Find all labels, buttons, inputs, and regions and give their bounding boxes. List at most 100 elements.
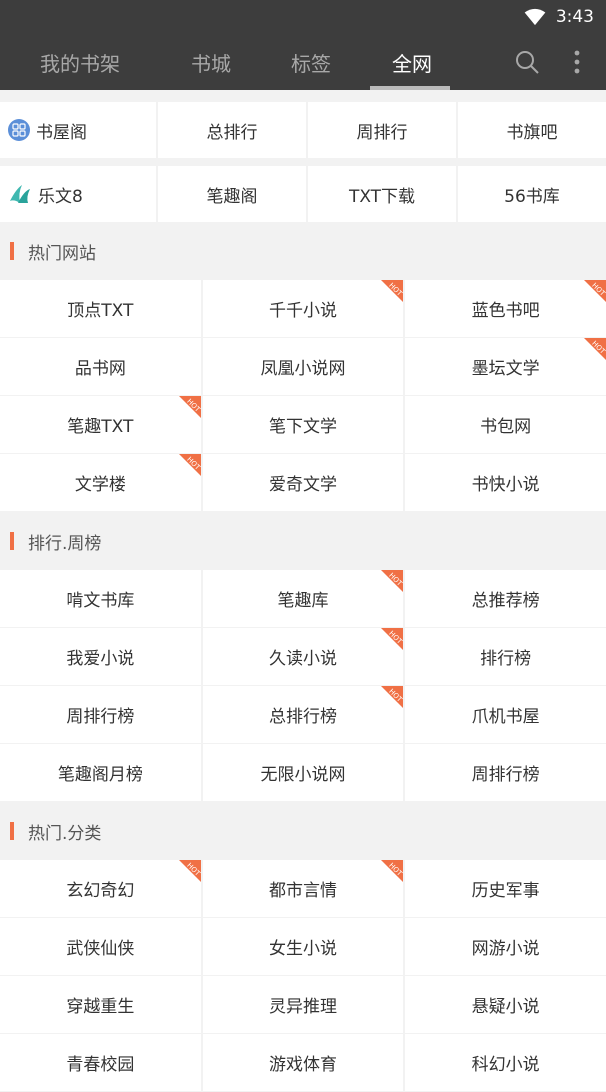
- grid-item-label: 久读小说: [269, 649, 337, 669]
- grid-item-label: 爱奇文学: [269, 475, 337, 495]
- quick-link-txt-download[interactable]: TXT下载: [308, 166, 456, 222]
- grid-item[interactable]: 排行榜: [405, 628, 606, 685]
- grid-item-label: 周排行榜: [66, 707, 135, 727]
- hot-badge-icon: HOT: [375, 280, 404, 308]
- grid-row: 我爱小说 久读小说 HOT 排行榜: [0, 628, 606, 685]
- grid-item[interactable]: 书快小说: [405, 454, 606, 511]
- tab-label: 书城: [191, 51, 231, 76]
- grid-row: 穿越重生 灵异推理 悬疑小说: [0, 976, 606, 1033]
- grid-item-label: 品书网: [74, 359, 126, 379]
- status-time: 3:43: [555, 7, 594, 27]
- grid-item-label: 穿越重生: [66, 997, 135, 1017]
- top-tab-bar: 我的书架 书城 标签 全网: [0, 34, 606, 90]
- grid-item-label: 灵异推理: [269, 997, 337, 1017]
- status-bar: 3:43: [0, 0, 606, 34]
- grid-item[interactable]: 玄幻奇幻 HOT: [0, 860, 201, 917]
- grid-item[interactable]: 总推荐榜: [405, 570, 606, 627]
- grid-item[interactable]: 灵异推理: [202, 976, 404, 1033]
- grid-item[interactable]: 笔趣阁月榜: [0, 744, 201, 801]
- quick-link-label: 56书库: [504, 186, 560, 207]
- section-accent-bar: [10, 532, 14, 550]
- grid-item[interactable]: 顶点TXT: [0, 280, 201, 337]
- grid-item[interactable]: 穿越重生: [0, 976, 201, 1033]
- shuwuge-logo-icon: [8, 119, 30, 141]
- tab-label: 我的书架: [40, 51, 120, 76]
- grid-row: 顶点TXT 千千小说 HOT 蓝色书吧 HOT: [0, 280, 606, 337]
- more-vert-icon[interactable]: [564, 49, 590, 75]
- quick-link-total-rank[interactable]: 总排行: [158, 102, 306, 158]
- grid-row: 笔趣阁月榜 无限小说网 周排行榜: [0, 744, 606, 801]
- grid-item-label: 墨坛文学: [471, 359, 540, 379]
- grid-item-label: 顶点TXT: [67, 301, 134, 321]
- grid-item-label: 书包网: [480, 417, 532, 437]
- quick-link-biquge[interactable]: 笔趣阁: [158, 166, 306, 222]
- section-title: 热门.分类: [0, 802, 606, 860]
- tab-my-bookshelf[interactable]: 我的书架: [0, 34, 160, 90]
- section-accent-bar: [10, 242, 14, 260]
- grid-row: 玄幻奇幻 HOT 都市言情 HOT 历史军事: [0, 860, 606, 917]
- hot-badge-icon: HOT: [173, 860, 201, 888]
- quick-row-1: 书屋阁 总排行 周排行 书旗吧: [0, 102, 606, 158]
- grid-item[interactable]: 久读小说 HOT: [202, 628, 404, 685]
- grid-item[interactable]: 总排行榜 HOT: [202, 686, 404, 743]
- tab-all-web[interactable]: 全网: [360, 34, 464, 90]
- hot-badge-icon: HOT: [578, 280, 606, 308]
- grid-item[interactable]: 笔趣库 HOT: [202, 570, 404, 627]
- grid-item-label: 爪机书屋: [471, 707, 540, 727]
- grid-item[interactable]: 啃文书库: [0, 570, 201, 627]
- grid-item-label: 蓝色书吧: [471, 301, 540, 321]
- hot-badge-icon: HOT: [375, 628, 404, 656]
- quick-link-label: 书旗吧: [506, 122, 558, 143]
- grid-item-label: 游戏体育: [269, 1055, 337, 1075]
- section-title: 热门网站: [0, 222, 606, 280]
- search-icon[interactable]: [514, 49, 540, 75]
- grid-row: 周排行榜 总排行榜 HOT 爪机书屋: [0, 686, 606, 743]
- grid-item[interactable]: 文学楼 HOT: [0, 454, 201, 511]
- grid-item[interactable]: 都市言情 HOT: [202, 860, 404, 917]
- grid-item[interactable]: 武侠仙侠: [0, 918, 201, 975]
- quick-link-lewen8[interactable]: 乐文8: [0, 166, 156, 222]
- quick-link-weekly-rank[interactable]: 周排行: [308, 102, 456, 158]
- grid-item-label: 我爱小说: [66, 649, 135, 669]
- grid-item[interactable]: 无限小说网: [202, 744, 404, 801]
- grid-item-label: 周排行榜: [471, 765, 540, 785]
- grid-item[interactable]: 女生小说: [202, 918, 404, 975]
- grid-item-label: 女生小说: [269, 939, 337, 959]
- grid-item[interactable]: 墨坛文学 HOT: [405, 338, 606, 395]
- grid-item[interactable]: 周排行榜: [405, 744, 606, 801]
- grid-item[interactable]: 笔下文学: [202, 396, 404, 453]
- grid-item[interactable]: 历史军事: [405, 860, 606, 917]
- grid-row: 品书网 凤凰小说网 墨坛文学 HOT: [0, 338, 606, 395]
- hot-badge-icon: HOT: [173, 396, 201, 424]
- quick-link-56shuku[interactable]: 56书库: [458, 166, 606, 222]
- grid-item[interactable]: 爱奇文学: [202, 454, 404, 511]
- grid-item[interactable]: 爪机书屋: [405, 686, 606, 743]
- grid-item[interactable]: 周排行榜: [0, 686, 201, 743]
- grid-item[interactable]: 游戏体育: [202, 1034, 404, 1091]
- tab-tags[interactable]: 标签: [262, 34, 360, 90]
- grid-item-label: 笔趣阁月榜: [57, 765, 143, 785]
- grid-item[interactable]: 科幻小说: [405, 1034, 606, 1091]
- quick-link-label: 乐文8: [38, 186, 83, 207]
- grid-item[interactable]: 品书网: [0, 338, 201, 395]
- grid-item[interactable]: 凤凰小说网: [202, 338, 404, 395]
- grid-item[interactable]: 网游小说: [405, 918, 606, 975]
- grid-row: 笔趣TXT HOT 笔下文学 书包网: [0, 396, 606, 453]
- grid-item[interactable]: 我爱小说: [0, 628, 201, 685]
- grid-row: 青春校园 游戏体育 科幻小说: [0, 1034, 606, 1091]
- quick-link-shuqiba[interactable]: 书旗吧: [458, 102, 606, 158]
- grid-item[interactable]: 青春校园: [0, 1034, 201, 1091]
- grid-item[interactable]: 笔趣TXT HOT: [0, 396, 201, 453]
- quick-link-shuwuge[interactable]: 书屋阁: [0, 102, 156, 158]
- grid-item[interactable]: 蓝色书吧 HOT: [405, 280, 606, 337]
- grid-item[interactable]: 千千小说 HOT: [202, 280, 404, 337]
- grid-item[interactable]: 悬疑小说: [405, 976, 606, 1033]
- grid-item-label: 历史军事: [471, 881, 540, 901]
- grid-item[interactable]: 书包网: [405, 396, 606, 453]
- section-title-text: 热门.分类: [28, 823, 102, 844]
- tab-book-city[interactable]: 书城: [160, 34, 262, 90]
- sections-container: 热门网站 顶点TXT 千千小说 HOT 蓝色书吧 HOT 品书网 凤凰小说网 墨坛文学 HOT 笔趣…: [0, 222, 606, 1092]
- section-title-text: 排行.周榜: [28, 533, 102, 554]
- quick-row-2: 乐文8 笔趣阁 TXT下载 56书库: [0, 166, 606, 222]
- grid-item-label: 笔趣TXT: [67, 417, 134, 437]
